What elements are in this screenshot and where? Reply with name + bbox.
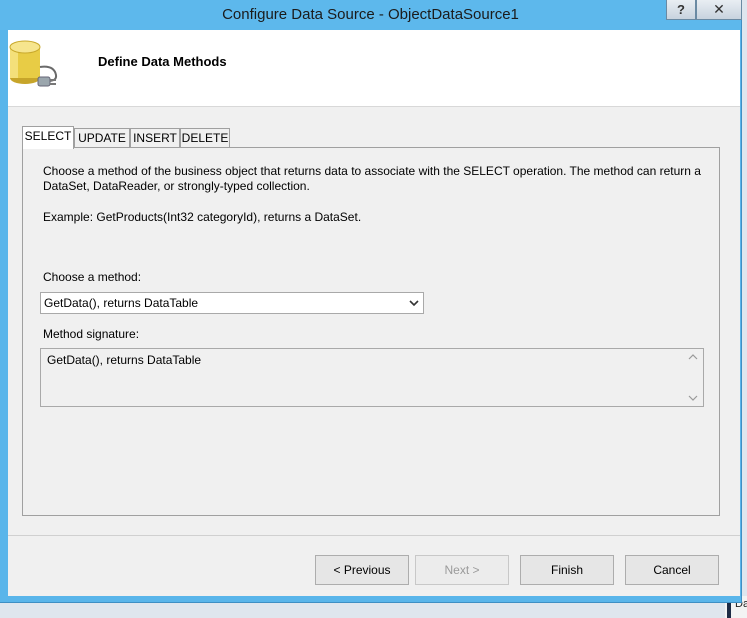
method-example: Example: GetProducts(Int32 categoryId), … xyxy=(43,210,362,224)
tab-update[interactable]: UPDATE xyxy=(74,128,130,148)
wizard-header: Define Data Methods xyxy=(8,30,740,106)
dialog-window: Configure Data Source - ObjectDataSource… xyxy=(0,0,742,603)
help-button[interactable]: ? xyxy=(666,0,696,20)
selected-method: GetData(), returns DataTable xyxy=(44,296,199,310)
header-divider xyxy=(8,106,740,107)
window-title: Configure Data Source - ObjectDataSource… xyxy=(222,6,519,23)
scroll-up-icon[interactable] xyxy=(688,353,698,361)
title-bar[interactable]: Configure Data Source - ObjectDataSource… xyxy=(0,0,742,30)
page-title: Define Data Methods xyxy=(98,54,227,69)
next-button[interactable]: Next > xyxy=(415,555,509,585)
select-tab-panel: Choose a method of the business object t… xyxy=(22,147,720,516)
choose-method-label: Choose a method: xyxy=(43,270,142,284)
method-signature-label: Method signature: xyxy=(43,327,140,341)
close-icon: ✕ xyxy=(713,1,725,17)
method-description: Choose a method of the business object t… xyxy=(43,164,701,193)
previous-button[interactable]: < Previous xyxy=(315,555,409,585)
method-signature-value: GetData(), returns DataTable xyxy=(47,353,202,367)
method-dropdown[interactable]: GetData(), returns DataTable xyxy=(40,292,424,314)
dialog-client: Define Data Methods SELECT UPDATE INSERT… xyxy=(8,30,740,596)
tab-delete[interactable]: DELETE xyxy=(180,128,230,148)
finish-button[interactable]: Finish xyxy=(520,555,614,585)
scroll-down-icon[interactable] xyxy=(688,394,698,402)
close-button[interactable]: ✕ xyxy=(696,0,742,20)
footer-divider xyxy=(8,535,740,536)
tab-insert[interactable]: INSERT xyxy=(130,128,180,148)
database-plug-icon xyxy=(9,40,58,87)
method-signature-box[interactable]: GetData(), returns DataTable xyxy=(40,348,704,407)
tab-select[interactable]: SELECT xyxy=(22,126,74,149)
chevron-down-icon xyxy=(409,300,419,307)
cancel-button[interactable]: Cancel xyxy=(625,555,719,585)
